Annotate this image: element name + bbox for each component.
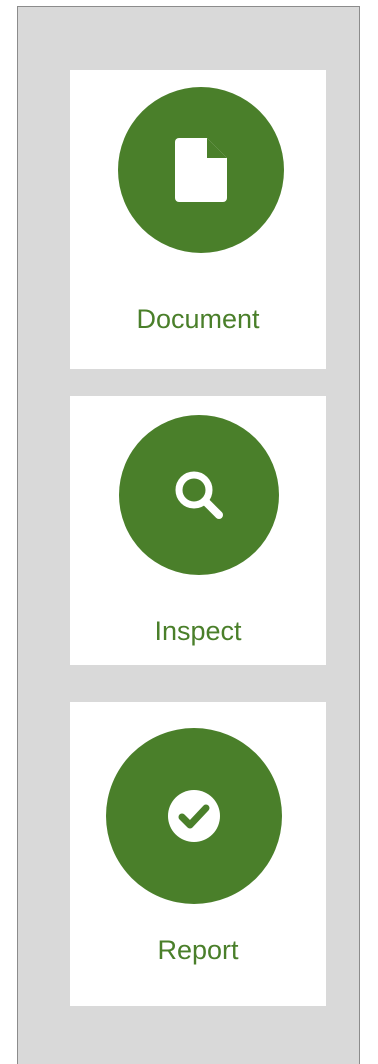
- document-label: Document: [136, 304, 260, 334]
- inspect-card[interactable]: Inspect: [70, 396, 326, 665]
- document-icon-circle[interactable]: [118, 87, 284, 253]
- report-label: Report: [157, 935, 239, 965]
- report-card[interactable]: Report: [70, 702, 326, 1006]
- document-card[interactable]: Document: [70, 70, 326, 369]
- inspect-label: Inspect: [154, 616, 242, 646]
- workflow-panel: Document Inspect Report: [17, 6, 360, 1064]
- document-icon: [175, 138, 227, 202]
- inspect-icon-circle[interactable]: [119, 415, 279, 575]
- report-icon-circle[interactable]: [106, 728, 282, 904]
- search-icon: [171, 467, 227, 523]
- check-circle-icon: [166, 788, 222, 844]
